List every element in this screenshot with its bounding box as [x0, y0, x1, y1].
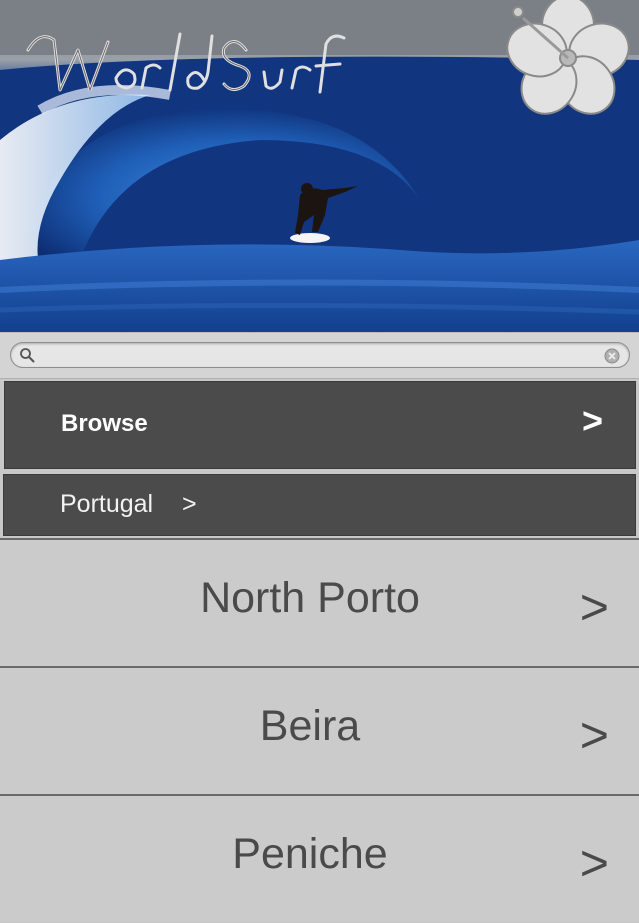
browse-button[interactable]: Browse > [4, 381, 636, 469]
breadcrumb-label: Portugal [60, 490, 154, 518]
list-item-peniche[interactable]: Peniche > [0, 794, 639, 922]
search-icon [19, 347, 35, 368]
app-logo [20, 20, 360, 110]
chevron-right-icon: > [579, 579, 609, 635]
breadcrumb[interactable]: Portugal > [3, 474, 636, 536]
clear-icon[interactable] [604, 348, 620, 369]
chevron-right-icon: > [579, 707, 609, 763]
chevron-right-icon: > [182, 490, 197, 518]
search-bar [0, 332, 639, 379]
list-item-label: Peniche [232, 830, 388, 878]
search-input[interactable] [43, 345, 607, 367]
search-field-container[interactable] [10, 342, 630, 368]
list-item-beira[interactable]: Beira > [0, 666, 639, 794]
header-banner [0, 0, 639, 332]
chevron-right-icon: > [581, 400, 603, 441]
list-item-label: Beira [259, 702, 361, 750]
chevron-right-icon: > [579, 835, 609, 891]
browse-label: Browse [61, 410, 148, 437]
region-list: North Porto > Beira > Peniche > [0, 538, 639, 922]
list-item-label: North Porto [200, 574, 420, 622]
list-item-north-porto[interactable]: North Porto > [0, 538, 639, 666]
